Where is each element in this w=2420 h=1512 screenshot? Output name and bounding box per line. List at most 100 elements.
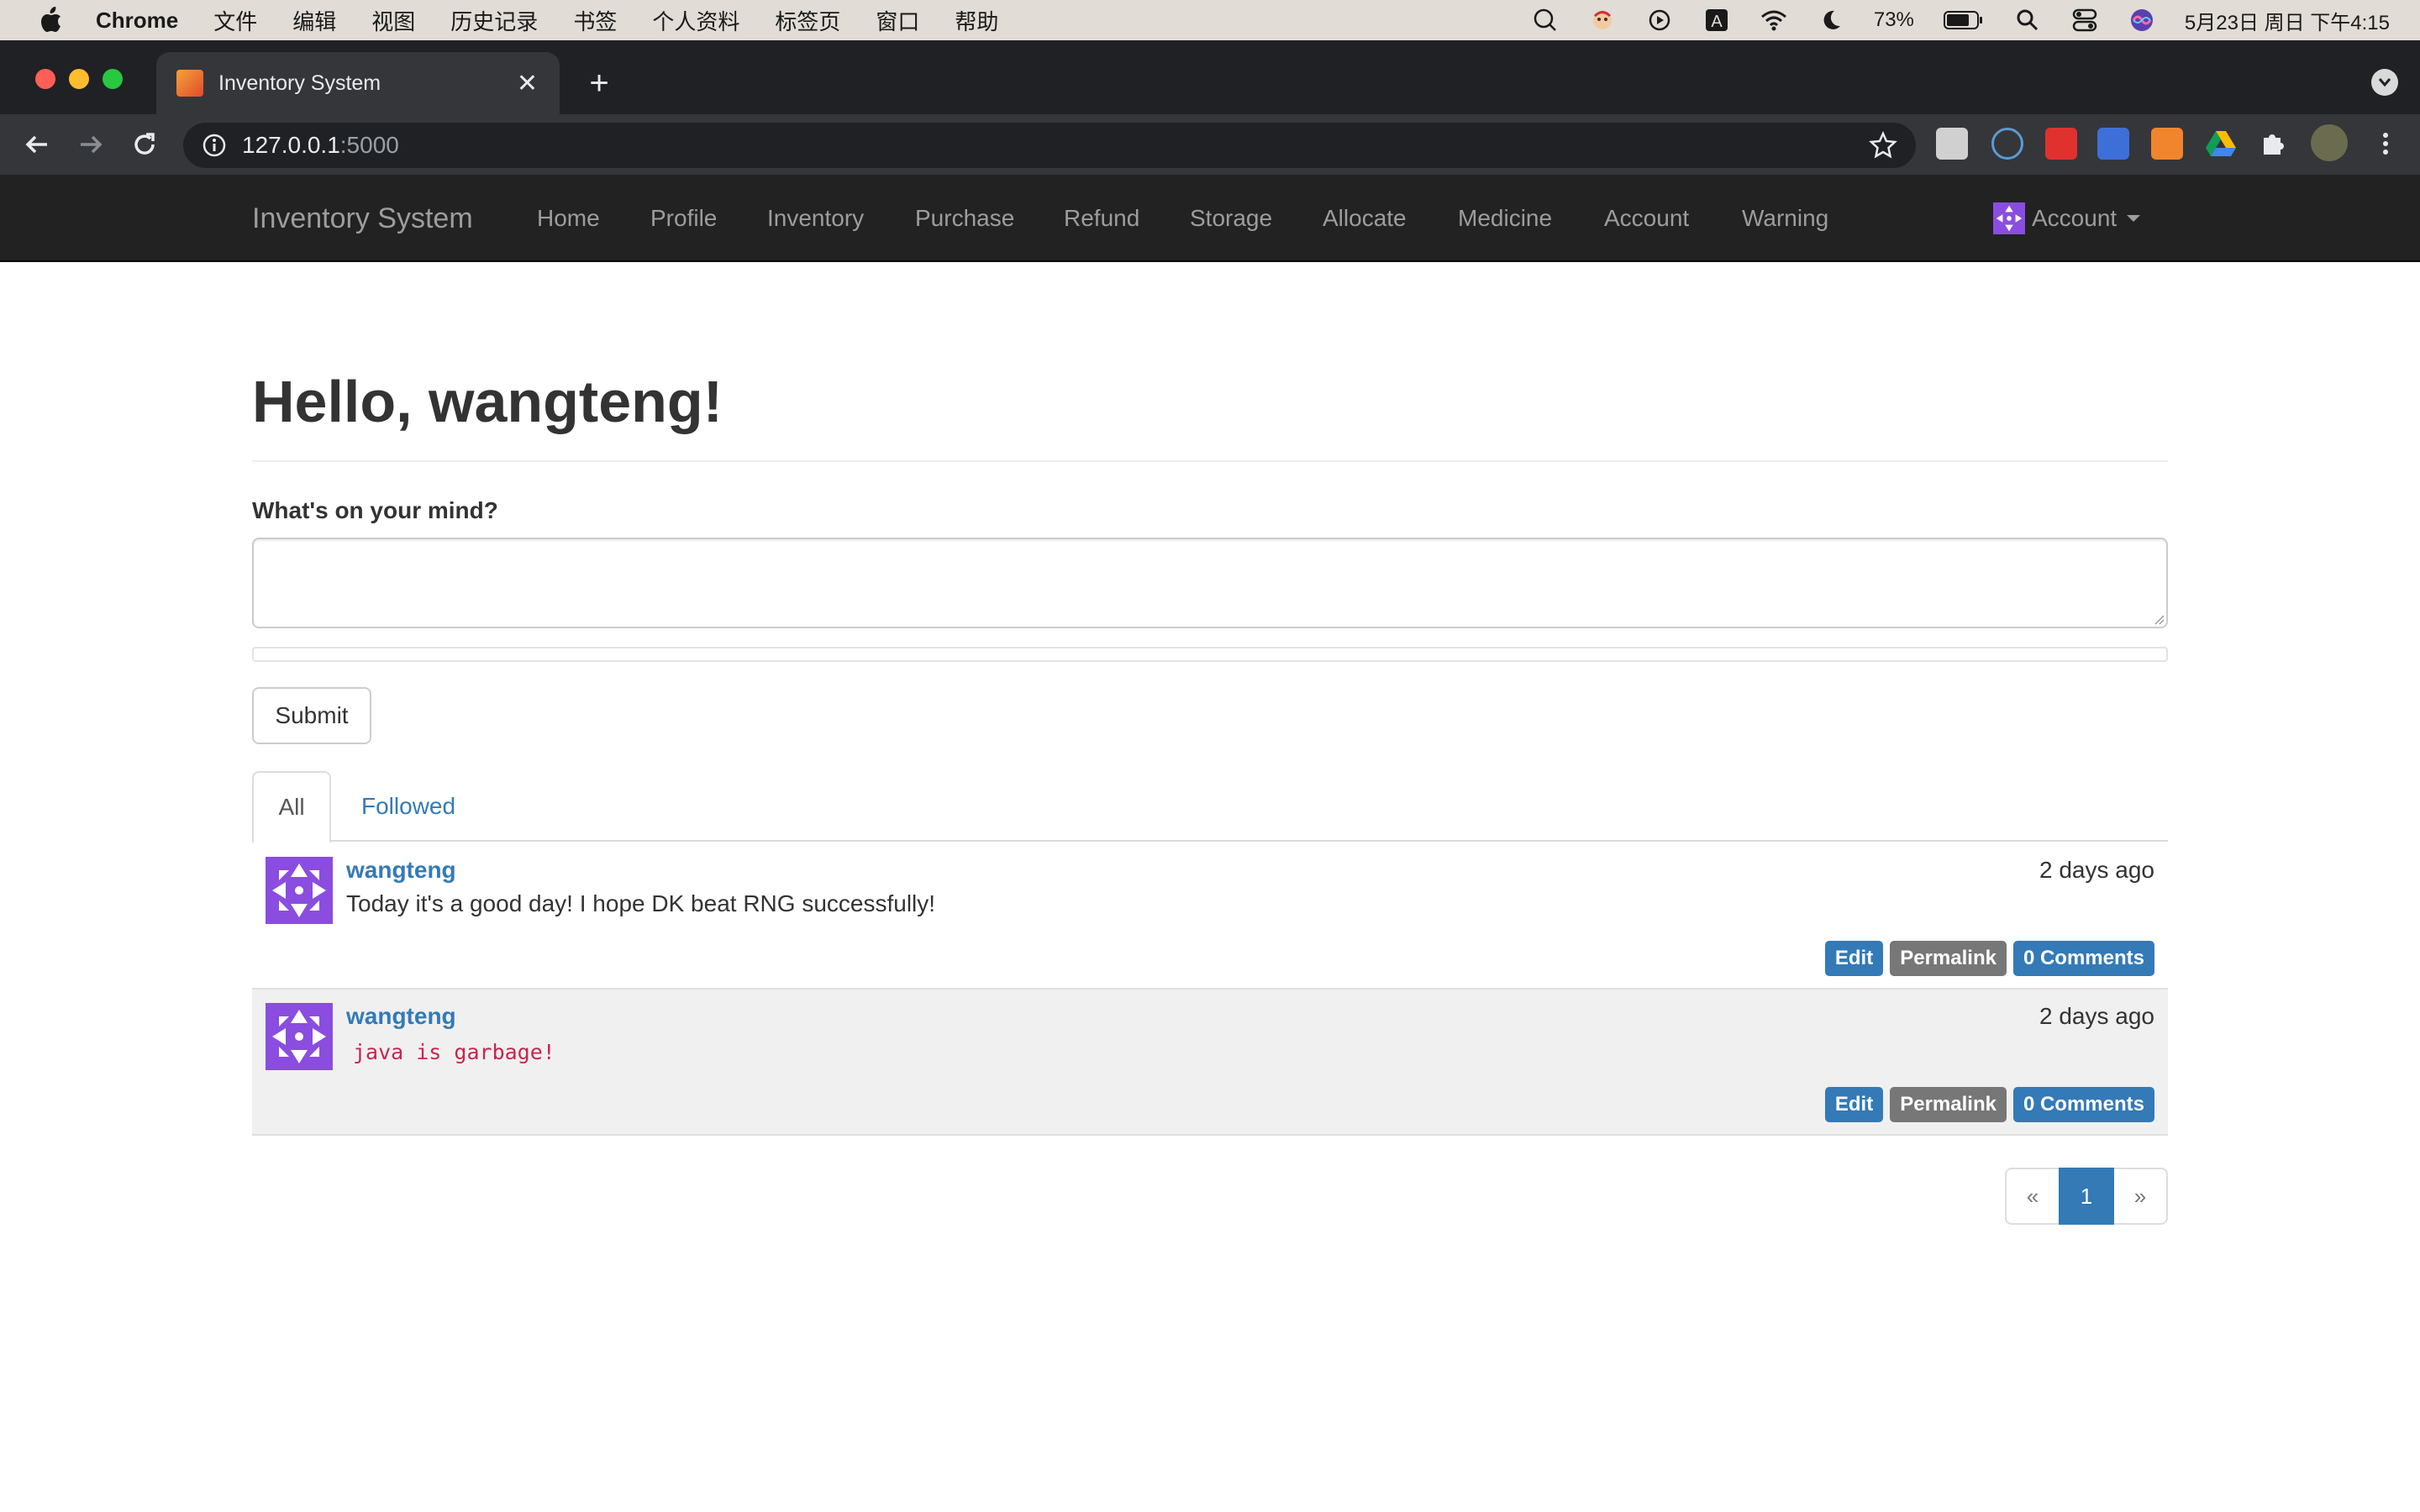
post-tabs: All Followed [252, 771, 2168, 843]
menu-bookmarks[interactable]: 书签 [573, 5, 617, 36]
nav-storage[interactable]: Storage [1190, 175, 1272, 262]
do-not-disturb-icon[interactable] [1817, 6, 1845, 34]
wifi-icon[interactable] [1760, 6, 1788, 34]
edit-post-button[interactable]: Edit [1824, 941, 1884, 976]
nav-medicine[interactable]: Medicine [1458, 175, 1552, 262]
zoom-window-button[interactable] [103, 69, 123, 89]
post-item: wangteng 2 days ago java is garbage! Edi… [252, 990, 2168, 1136]
close-tab-icon[interactable]: ✕ [517, 69, 538, 98]
pagination-prev[interactable]: « [2005, 1168, 2060, 1225]
extensions-puzzle-icon[interactable] [2259, 128, 2291, 160]
bookmark-star-icon[interactable] [1869, 130, 1897, 160]
post-author-avatar[interactable] [266, 1003, 333, 1070]
address-bar[interactable]: 127.0.0.1 :5000 [183, 123, 1916, 168]
battery-icon[interactable] [1943, 6, 1985, 34]
post-author-link[interactable]: wangteng [346, 857, 456, 884]
nav-inventory[interactable]: Inventory [767, 175, 864, 262]
control-center-icon[interactable] [2070, 6, 2099, 34]
navbar-brand[interactable]: Inventory System [252, 175, 473, 262]
pagination-next[interactable]: » [2112, 1168, 2168, 1225]
pagination: « 1 » [2005, 1168, 2168, 1225]
extension-metamask-icon[interactable] [2151, 128, 2183, 160]
chrome-menu-icon[interactable] [2370, 128, 2402, 160]
page-header: Hello, wangteng! [252, 361, 2168, 462]
extension-tool-icon[interactable] [2045, 128, 2077, 160]
battery-percent: 73% [1873, 8, 1914, 31]
svg-text:A: A [1711, 13, 1723, 31]
menu-edit[interactable]: 编辑 [292, 5, 336, 36]
post-actions: Edit Permalink 0 Comments [1824, 1087, 2154, 1122]
account-dropdown-label: Account [2032, 205, 2118, 231]
tab-search-icon[interactable] [2371, 69, 2398, 96]
permalink-button[interactable]: Permalink [1890, 1087, 2007, 1122]
comments-button[interactable]: 0 Comments [2012, 1087, 2154, 1122]
tab-followed[interactable]: Followed [361, 771, 455, 842]
site-info-icon[interactable] [202, 133, 227, 158]
nav-warning[interactable]: Warning [1742, 175, 1828, 262]
extension-react-icon[interactable] [1991, 128, 2023, 160]
tab-title: Inventory System [218, 71, 381, 95]
new-tab-icon[interactable]: + [578, 62, 620, 104]
resize-handle-icon[interactable] [2153, 613, 2165, 625]
menubar-status-area: A 73% 5月23日 周日 下午4:15 [1531, 0, 2390, 40]
post-body-code: java is garbage! [353, 1040, 555, 1064]
post-author-link[interactable]: wangteng [346, 1003, 456, 1030]
macos-menubar: Chrome 文件 编辑 视图 历史记录 书签 个人资料 标签页 窗口 帮助 A… [0, 0, 2420, 40]
input-method-icon[interactable]: A [1702, 6, 1731, 34]
menu-help[interactable]: 帮助 [955, 5, 998, 36]
menu-history[interactable]: 历史记录 [450, 5, 538, 36]
post-body: Today it's a good day! I hope DK beat RN… [346, 890, 936, 916]
submit-button[interactable]: Submit [252, 687, 371, 744]
edit-post-button[interactable]: Edit [1824, 1087, 1884, 1122]
tab-all[interactable]: All [252, 771, 331, 843]
page-title: Hello, wangteng! [252, 369, 723, 434]
back-arrow-icon[interactable] [18, 126, 55, 163]
nav-account[interactable]: Account [1604, 175, 1689, 262]
browser-tab-active[interactable]: Inventory System ✕ [156, 52, 560, 114]
account-dropdown[interactable]: Account [1993, 175, 2141, 262]
profile-avatar[interactable] [2311, 124, 2348, 161]
post-timestamp: 2 days ago [2039, 857, 2154, 883]
character-status-icon[interactable] [1588, 6, 1617, 34]
extension-drive-icon[interactable] [2205, 128, 2237, 160]
menu-view[interactable]: 视图 [371, 5, 415, 36]
post-actions: Edit Permalink 0 Comments [1824, 941, 2154, 976]
post-body-textarea[interactable] [252, 538, 2168, 628]
spotlight-search-icon[interactable] [2013, 6, 2042, 34]
nav-profile[interactable]: Profile [650, 175, 717, 262]
pagination-page-current[interactable]: 1 [2059, 1168, 2114, 1225]
extension-jh-icon[interactable] [2097, 128, 2129, 160]
post-timestamp: 2 days ago [2039, 1003, 2154, 1029]
url-port: :5000 [339, 132, 399, 158]
close-window-button[interactable] [35, 69, 55, 89]
nav-allocate[interactable]: Allocate [1323, 175, 1407, 262]
site-navbar: Inventory System Home Profile Inventory … [0, 175, 2420, 262]
caret-down-icon [2127, 215, 2141, 222]
menu-profiles[interactable]: 个人资料 [652, 5, 739, 36]
nav-purchase[interactable]: Purchase [915, 175, 1014, 262]
play-status-icon[interactable] [1645, 6, 1674, 34]
url-host: 127.0.0.1 [242, 132, 340, 158]
menu-file[interactable]: 文件 [213, 5, 257, 36]
minimize-window-button[interactable] [69, 69, 89, 89]
reload-icon[interactable] [126, 126, 163, 163]
siri-icon[interactable] [2128, 6, 2156, 34]
chat-status-icon[interactable] [1531, 6, 1560, 34]
post-item: wangteng 2 days ago Today it's a good da… [252, 843, 2168, 990]
navbar-avatar [1993, 202, 2025, 234]
extension-reader-icon[interactable] [1936, 128, 1968, 160]
permalink-button[interactable]: Permalink [1890, 941, 2007, 976]
menu-tabs[interactable]: 标签页 [775, 5, 840, 36]
site-favicon-icon [176, 70, 203, 97]
post-author-avatar[interactable] [266, 857, 333, 924]
forward-arrow-icon[interactable] [72, 126, 109, 163]
nav-refund[interactable]: Refund [1064, 175, 1139, 262]
markdown-preview [252, 647, 2168, 662]
menubar-clock[interactable]: 5月23日 周日 下午4:15 [2185, 6, 2390, 35]
apple-logo-icon[interactable] [34, 3, 67, 37]
nav-home[interactable]: Home [537, 175, 600, 262]
post-body-label: What's on your mind? [252, 497, 498, 523]
menu-window[interactable]: 窗口 [876, 5, 919, 36]
comments-button[interactable]: 0 Comments [2012, 941, 2154, 976]
menu-app-name[interactable]: Chrome [96, 8, 178, 34]
